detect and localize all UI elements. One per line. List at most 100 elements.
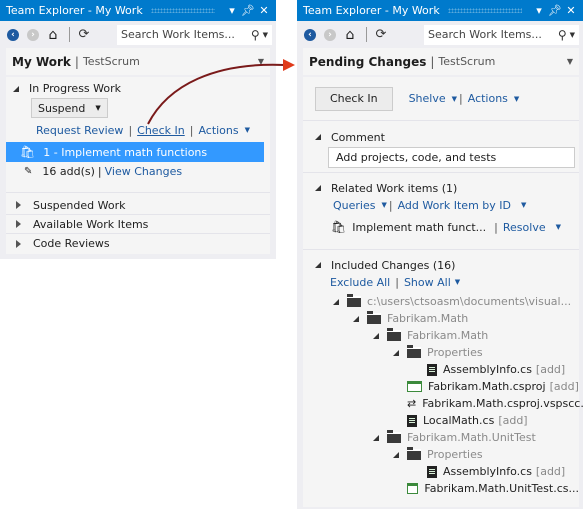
search-work-items-input[interactable]: Search Work Items... ⚲ ▼	[117, 24, 272, 45]
search-icon[interactable]: ⚲	[251, 28, 260, 42]
resolve-dropdown-icon[interactable]: ▼	[556, 223, 561, 231]
changes-tree: c:\users\ctsoasm\documents\visual... Fabr…	[303, 293, 583, 497]
window-title: Team Explorer - My Work	[303, 4, 440, 17]
expanded-icon[interactable]	[393, 451, 399, 458]
work-item-title: Implement math funct...	[352, 220, 487, 234]
tree-item[interactable]: c:\users\ctsoasm\documents\visual...	[303, 293, 579, 310]
pin-icon[interactable]: 📌︎	[548, 4, 562, 17]
add-work-item-by-id-link[interactable]: Add Work Item by ID	[398, 199, 511, 212]
header-dropdown-icon[interactable]: ▼	[258, 57, 264, 66]
refresh-button[interactable]: ⟳	[373, 27, 389, 43]
folder-icon	[387, 328, 401, 341]
dropdown-icon[interactable]: ▾	[225, 4, 239, 17]
search-placeholder: Search Work Items...	[428, 28, 542, 41]
search-dropdown-icon[interactable]: ▼	[263, 31, 268, 39]
related-header[interactable]: Related Work items (1)	[303, 180, 579, 196]
close-icon[interactable]: ✕	[257, 4, 271, 17]
home-button[interactable]: ⌂	[45, 27, 61, 43]
changes-count: 16 add(s)	[42, 164, 95, 178]
add-work-item-dropdown-icon[interactable]: ▼	[521, 201, 526, 209]
folder-icon	[347, 294, 361, 307]
search-dropdown-icon[interactable]: ▼	[570, 31, 575, 39]
tree-item[interactable]: Properties	[303, 446, 579, 463]
view-changes-link[interactable]: View Changes	[105, 165, 182, 178]
actions-link[interactable]: Actions	[468, 92, 508, 105]
link-separator: |	[189, 123, 194, 137]
tree-item[interactable]: AssemblyInfo.cs [add]	[303, 361, 579, 378]
expanded-icon	[13, 85, 19, 92]
project-name: TestScrum	[438, 55, 496, 68]
comment-input[interactable]: Add projects, code, and tests	[328, 147, 575, 168]
toolbar-separator	[69, 27, 70, 42]
expanded-icon	[315, 185, 321, 191]
tree-item-name: LocalMath.cs	[423, 414, 495, 427]
work-item-icon: 🛍︎	[20, 145, 36, 159]
tree-item[interactable]: Fabrikam.Math	[303, 310, 579, 327]
code-reviews-section[interactable]: Code Reviews	[6, 234, 270, 253]
search-work-items-input[interactable]: Search Work Items... ⚲ ▼	[424, 24, 579, 45]
chevron-down-icon: ▼	[95, 104, 101, 112]
folder-icon	[407, 447, 421, 460]
queries-dropdown-icon[interactable]: ▼	[381, 201, 386, 209]
folder-icon	[407, 345, 421, 358]
suspended-work-section[interactable]: Suspended Work	[6, 196, 270, 215]
back-arrow-icon: ‹	[7, 28, 19, 41]
resolve-link[interactable]: Resolve	[503, 221, 546, 234]
expanded-icon	[315, 134, 321, 140]
collapsed-icon	[16, 201, 21, 209]
related-work-item-row[interactable]: 🛍︎ Implement math funct... | Resolve ▼	[303, 216, 579, 238]
tree-item[interactable]: ⇄ Fabrikam.Math.csproj.vspscc...	[303, 395, 583, 412]
tree-item[interactable]: AssemblyInfo.cs [add]	[303, 463, 579, 480]
back-button[interactable]: ‹	[5, 27, 21, 43]
expanded-icon[interactable]	[393, 349, 399, 356]
actions-dropdown-icon[interactable]: ▼	[245, 126, 250, 134]
back-button[interactable]: ‹	[302, 27, 318, 43]
related-work-items-section: Related Work items (1) Queries ▼ | Add W…	[303, 173, 579, 250]
pin-icon[interactable]: 📌︎	[241, 4, 255, 17]
tree-item[interactable]: Fabrikam.Math.UnitTest	[303, 429, 579, 446]
tree-item[interactable]: Properties	[303, 344, 579, 361]
comment-header[interactable]: Comment	[303, 129, 579, 145]
refresh-button[interactable]: ⟳	[76, 27, 92, 43]
title-bar: Team Explorer - My Work ▾ 📌︎ ✕	[297, 0, 583, 21]
check-in-button[interactable]: Check In	[315, 86, 393, 111]
included-header[interactable]: Included Changes (16)	[303, 257, 579, 273]
show-all-dropdown-icon[interactable]: ▼	[455, 278, 460, 286]
page-title: Pending Changes	[309, 54, 427, 69]
tree-item[interactable]: Fabrikam.Math.UnitTest.cs...	[303, 480, 579, 497]
expanded-icon[interactable]	[373, 332, 379, 339]
forward-button[interactable]: ›	[322, 27, 338, 43]
expanded-icon[interactable]	[353, 315, 359, 322]
work-item-row[interactable]: 🛍︎ 1 - Implement math functions	[6, 142, 264, 162]
header-dropdown-icon[interactable]: ▼	[567, 57, 573, 66]
shelve-dropdown-icon[interactable]: ▼	[452, 95, 457, 103]
dropdown-icon[interactable]: ▾	[532, 4, 546, 17]
section-label: In Progress Work	[29, 82, 122, 95]
tree-item[interactable]: LocalMath.cs [add]	[303, 412, 579, 429]
expanded-icon[interactable]	[373, 434, 379, 441]
search-icon[interactable]: ⚲	[558, 28, 567, 42]
tree-item[interactable]: Fabrikam.Math.csproj [add]	[303, 378, 579, 395]
forward-button[interactable]: ›	[25, 27, 41, 43]
request-review-link[interactable]: Request Review	[36, 124, 123, 137]
expanded-icon[interactable]	[333, 298, 339, 305]
available-work-items-section[interactable]: Available Work Items	[6, 215, 270, 234]
drag-grip[interactable]	[150, 8, 215, 13]
check-in-link[interactable]: Check In	[137, 124, 185, 137]
close-icon[interactable]: ✕	[564, 4, 578, 17]
in-progress-header[interactable]: In Progress Work	[6, 80, 270, 97]
drag-grip[interactable]	[447, 8, 522, 13]
forward-arrow-icon: ›	[324, 28, 336, 41]
included-links: Exclude All | Show All ▼	[303, 273, 579, 291]
source-control-icon: ⇄	[407, 397, 417, 410]
actions-link[interactable]: Actions	[198, 124, 238, 137]
shelve-link[interactable]: Shelve	[409, 92, 446, 105]
toolbar: ‹ › ⌂ ⟳ Search Work Items... ⚲ ▼	[297, 21, 583, 48]
actions-dropdown-icon[interactable]: ▼	[514, 95, 519, 103]
queries-link[interactable]: Queries	[333, 199, 375, 212]
home-button[interactable]: ⌂	[342, 27, 358, 43]
exclude-all-link[interactable]: Exclude All	[330, 276, 390, 289]
show-all-link[interactable]: Show All	[404, 276, 451, 289]
tree-item[interactable]: Fabrikam.Math	[303, 327, 579, 344]
suspend-dropdown[interactable]: Suspend ▼	[31, 98, 108, 118]
